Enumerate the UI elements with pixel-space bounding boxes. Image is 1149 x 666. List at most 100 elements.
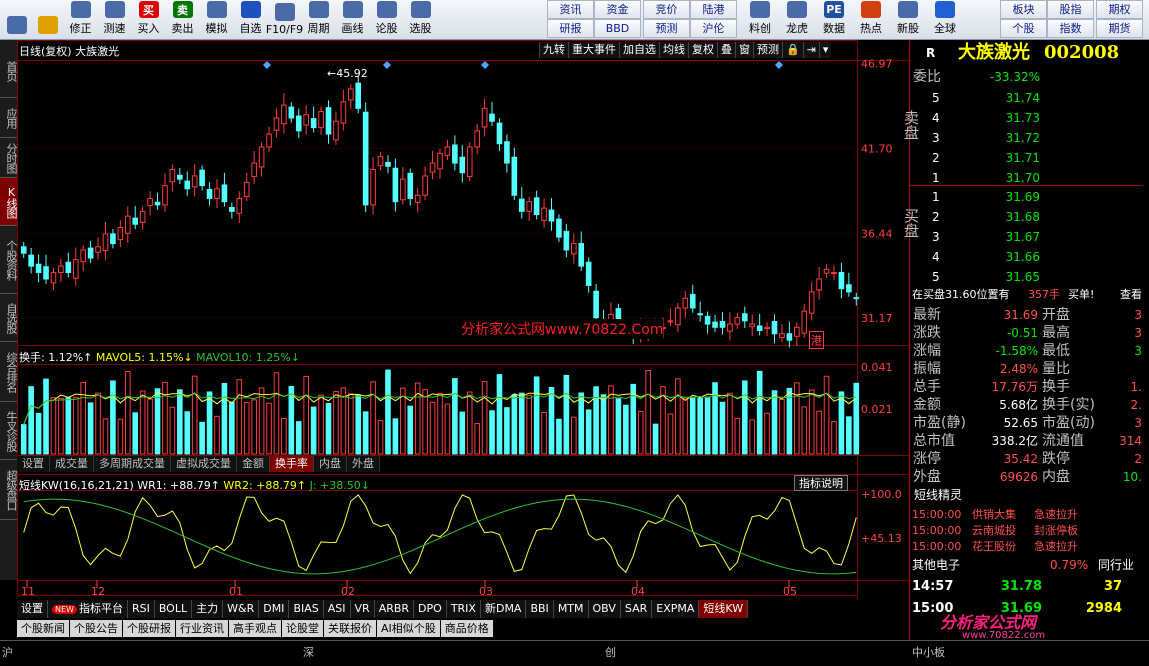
info-tab-6[interactable]: 关联报价 — [324, 620, 376, 637]
indicator-tab-7[interactable]: BIAS — [289, 600, 324, 618]
toolbar-button-11[interactable]: 论股 — [370, 1, 403, 39]
volume-subtab-3[interactable]: 虚拟成交量 — [171, 456, 237, 472]
toolbar-quick-个股[interactable]: 个股 — [1000, 19, 1047, 38]
toolbar-quick-竞价[interactable]: 竞价 — [643, 0, 690, 19]
indicator-tab-3[interactable]: BOLL — [154, 600, 193, 618]
info-tab-1[interactable]: 个股公告 — [70, 620, 122, 637]
info-tab-3[interactable]: 行业资讯 — [176, 620, 228, 637]
status-cy-index[interactable]: 创 — [605, 644, 616, 660]
sector-link[interactable]: 同行业 — [1098, 556, 1134, 574]
chart-btn-4[interactable]: 复权 — [688, 42, 717, 58]
indicator-tab-17[interactable]: SAR — [620, 600, 653, 618]
status-sz-index[interactable]: 深 — [303, 644, 314, 660]
chart-btn-7[interactable]: 预测 — [753, 42, 782, 58]
toolbar2-button-4[interactable]: 新股 — [890, 1, 926, 39]
sell-row[interactable]: 2 31.71 — [910, 149, 1142, 167]
indicator-tab-14[interactable]: BBI — [526, 600, 554, 618]
toolbar-button-2[interactable]: 修正 — [64, 1, 97, 39]
toolbar-quick-期权[interactable]: 期权 — [1096, 0, 1143, 19]
buy-row[interactable]: 3 31.67 — [910, 228, 1142, 246]
chart-btn-0[interactable]: 九转 — [539, 42, 568, 58]
toolbar-button-3[interactable]: 测速 — [98, 1, 131, 39]
status-sme-index[interactable]: 中小板 — [912, 644, 945, 660]
indicator-tab-8[interactable]: ASI — [323, 600, 351, 618]
volume-subtab-1[interactable]: 成交量 — [50, 456, 94, 472]
info-tab-5[interactable]: 论股堂 — [282, 620, 323, 637]
toolbar-quick-期货[interactable]: 期货 — [1096, 19, 1143, 38]
sell-row[interactable]: 4 31.73 — [910, 109, 1142, 127]
sell-row[interactable]: 5 31.74 — [910, 89, 1142, 107]
info-tab-0[interactable]: 个股新闻 — [17, 620, 69, 637]
left-tab-1[interactable]: 应用 — [0, 98, 18, 138]
toolbar2-button-3[interactable]: 热点 — [853, 1, 889, 39]
big-order-view-link[interactable]: 查看 — [1120, 286, 1142, 304]
volume-subtab-5[interactable]: 换手率 — [270, 456, 314, 472]
toolbar-quick-板块[interactable]: 板块 — [1000, 0, 1047, 19]
indicator-tab-16[interactable]: OBV — [588, 600, 621, 618]
shortline-title[interactable]: 短线精灵 — [910, 486, 1142, 504]
indicator-tab-10[interactable]: ARBR — [374, 600, 415, 618]
toolbar-quick-陆港[interactable]: 陆港 — [690, 0, 737, 19]
chart-btn-2[interactable]: 加自选 — [619, 42, 659, 58]
left-tab-0[interactable]: 首页 — [0, 45, 18, 98]
lock-icon[interactable]: 🔒 — [782, 42, 803, 58]
toolbar-button-9[interactable]: 周期 — [302, 1, 335, 39]
left-tab-7[interactable]: 牛叉诊股 — [0, 402, 18, 460]
indicator-tab-19[interactable]: 短线KW — [699, 600, 749, 618]
big-order-line[interactable]: 在买盘31.60位置有 357手 买单! 查看 — [910, 286, 1142, 304]
buy-row[interactable]: 4 31.66 — [910, 248, 1142, 266]
chart-btn-5[interactable]: 叠 — [717, 42, 735, 58]
toolbar-button-12[interactable]: 选股 — [404, 1, 437, 39]
indicator-tab-6[interactable]: DMI — [259, 600, 290, 618]
toolbar-button-4[interactable]: 买买入 — [132, 1, 165, 39]
indicator-tab-5[interactable]: W&R — [223, 600, 260, 618]
sector-row[interactable]: 其他电子 0.79% 同行业 — [910, 556, 1142, 574]
info-tab-8[interactable]: 商品价格 — [440, 620, 493, 637]
sell-row[interactable]: 3 31.72 — [910, 129, 1142, 147]
toolbar2-button-1[interactable]: 龙虎 — [779, 1, 815, 39]
event-marker-icon[interactable] — [481, 61, 489, 69]
toolbar-button-6[interactable]: 模拟 — [200, 1, 233, 39]
left-tab-2[interactable]: 分时图 — [0, 138, 18, 178]
indicator-tab-2[interactable]: RSI — [127, 600, 155, 618]
toolbar-quick-股指[interactable]: 股指 — [1047, 0, 1094, 19]
buy-row[interactable]: 5 31.65 — [910, 268, 1142, 286]
toolbar2-button-5[interactable]: 全球 — [927, 1, 963, 39]
indicator-tab-11[interactable]: DPO — [414, 600, 447, 618]
toolbar-button-10[interactable]: 画线 — [336, 1, 369, 39]
toolbar-quick-BBD[interactable]: BBD — [594, 19, 641, 38]
toolbar-quick-研报[interactable]: 研报 — [547, 19, 594, 38]
event-marker-icon[interactable] — [383, 61, 391, 69]
toolbar-quick-沪伦[interactable]: 沪伦 — [690, 19, 737, 38]
info-tab-7[interactable]: AI相似个股 — [377, 620, 440, 637]
event-marker-icon[interactable] — [775, 61, 783, 69]
info-tab-2[interactable]: 个股研报 — [123, 620, 175, 637]
toolbar2-button-2[interactable]: PE 数据 — [816, 1, 852, 39]
volume-subtab-7[interactable]: 外盘 — [347, 456, 380, 472]
chart-btn-6[interactable]: 窗 — [735, 42, 753, 58]
toolbar-quick-指数[interactable]: 指数 — [1047, 19, 1094, 38]
toolbar-button-8[interactable]: F10/F9 — [266, 1, 303, 39]
left-tab-6[interactable]: 综合排名 — [0, 342, 18, 402]
indicator-tab-12[interactable]: TRIX — [446, 600, 481, 618]
toolbar-button-5[interactable]: 卖卖出 — [166, 1, 199, 39]
buy-row[interactable]: 1 31.69 — [910, 188, 1142, 206]
left-tab-5[interactable]: 自选股 — [0, 294, 18, 342]
hk-connect-badge[interactable]: 港 — [809, 331, 824, 349]
indicator-tab-4[interactable]: 主力 — [192, 600, 224, 618]
shortline-item[interactable]: 15:00:00 花王股份 急速拉升 — [910, 538, 1142, 556]
toolbar-quick-资讯[interactable]: 资讯 — [547, 0, 594, 19]
indicator-tab-0[interactable]: 设置 — [17, 600, 48, 618]
toolbar-button-1[interactable] — [33, 1, 63, 39]
volume-subtab-2[interactable]: 多周期成交量 — [94, 456, 171, 472]
menu-arrow-icon[interactable]: ▾ — [818, 42, 832, 58]
event-marker-icon[interactable] — [263, 61, 271, 69]
chart-btn-3[interactable]: 均线 — [659, 42, 688, 58]
indicator-tab-15[interactable]: MTM — [553, 600, 589, 618]
indicator-tab-9[interactable]: VR — [350, 600, 375, 618]
buy-row[interactable]: 2 31.68 — [910, 208, 1142, 226]
chart-btn-1[interactable]: 重大事件 — [568, 42, 619, 58]
left-tab-3[interactable]: K线图 — [0, 178, 18, 226]
toolbar-button-0[interactable] — [2, 1, 32, 39]
toolbar-quick-资金[interactable]: 资金 — [594, 0, 641, 19]
